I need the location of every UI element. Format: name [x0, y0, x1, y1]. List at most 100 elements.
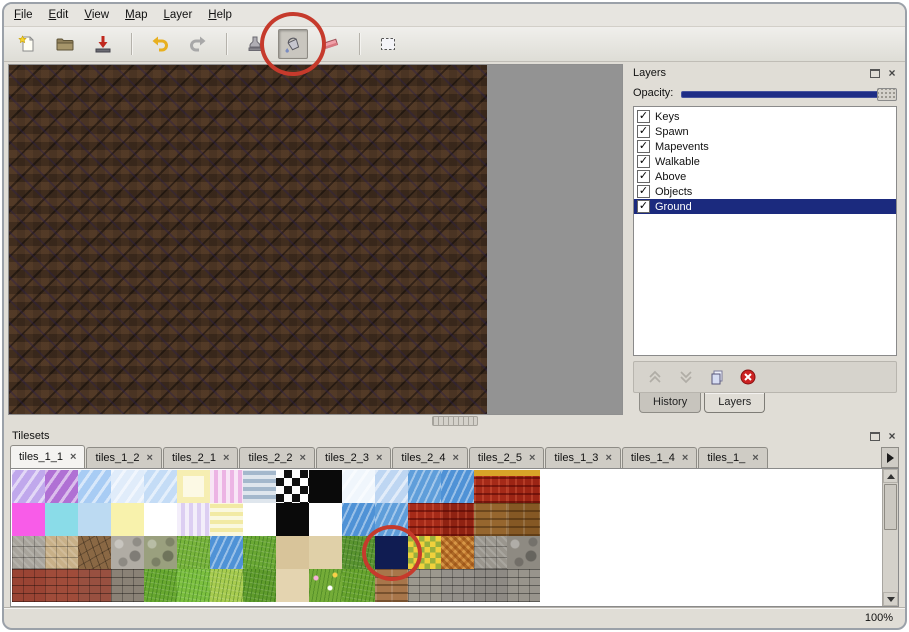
tileset-tab-tiles_1_2[interactable]: tiles_1_2× [86, 447, 161, 468]
tile[interactable] [111, 536, 144, 569]
layer-row-keys[interactable]: ✓Keys [634, 109, 896, 124]
tile[interactable] [12, 470, 45, 503]
scroll-track[interactable] [883, 531, 898, 592]
tile[interactable] [507, 569, 540, 602]
tileset-scrollbar[interactable] [882, 469, 898, 606]
tile[interactable] [78, 569, 111, 602]
tile[interactable] [342, 536, 375, 569]
tileset-tab-tiles_2_2[interactable]: tiles_2_2× [239, 447, 314, 468]
float-panel-button[interactable] [868, 430, 882, 443]
tile[interactable] [375, 470, 408, 503]
tile[interactable] [243, 470, 276, 503]
tile[interactable] [144, 503, 177, 536]
close-panel-button[interactable]: × [885, 430, 899, 443]
layer-row-mapevents[interactable]: ✓Mapevents [634, 139, 896, 154]
tile[interactable] [210, 470, 243, 503]
tab-close-icon[interactable]: × [147, 453, 153, 463]
tile[interactable] [12, 569, 45, 602]
tile[interactable] [144, 569, 177, 602]
tileset-tab-tiles_2_5[interactable]: tiles_2_5× [469, 447, 544, 468]
tile[interactable] [144, 470, 177, 503]
float-panel-button[interactable] [868, 67, 882, 80]
tile[interactable] [12, 536, 45, 569]
tile[interactable] [507, 503, 540, 536]
tile[interactable] [78, 536, 111, 569]
tile[interactable] [210, 536, 243, 569]
tile[interactable] [441, 569, 474, 602]
tile[interactable] [474, 569, 507, 602]
tile[interactable] [507, 536, 540, 569]
tile[interactable] [177, 569, 210, 602]
save-button[interactable] [88, 29, 118, 59]
tileset-tab-tiles_2_1[interactable]: tiles_2_1× [163, 447, 238, 468]
tile[interactable] [408, 536, 441, 569]
scroll-down-button[interactable] [883, 592, 898, 606]
tile[interactable] [309, 569, 342, 602]
tile[interactable] [474, 470, 507, 503]
menu-item-file[interactable]: File [14, 9, 33, 21]
layer-row-spawn[interactable]: ✓Spawn [634, 124, 896, 139]
menu-item-edit[interactable]: Edit [49, 9, 69, 21]
tile[interactable] [276, 569, 309, 602]
tile[interactable] [474, 536, 507, 569]
tab-close-icon[interactable]: × [682, 453, 688, 463]
tileset-tab-tiles_1_3[interactable]: tiles_1_3× [545, 447, 620, 468]
fill-tool-button[interactable] [278, 29, 308, 59]
tile[interactable] [78, 470, 111, 503]
tile[interactable] [309, 503, 342, 536]
layer-row-above[interactable]: ✓Above [634, 169, 896, 184]
layer-visibility-checkbox[interactable]: ✓ [637, 140, 650, 153]
new-button[interactable] [12, 29, 42, 59]
tile[interactable] [45, 470, 78, 503]
menu-item-help[interactable]: Help [208, 9, 232, 21]
tileset-tab-tiles_2_4[interactable]: tiles_2_4× [392, 447, 467, 468]
undo-button[interactable] [145, 29, 175, 59]
eraser-tool-button[interactable] [316, 29, 346, 59]
tab-close-icon[interactable]: × [529, 453, 535, 463]
tile[interactable] [375, 503, 408, 536]
tile[interactable] [441, 503, 474, 536]
layer-move-up-button[interactable] [644, 366, 666, 388]
tile-highlighted[interactable] [375, 536, 408, 569]
layer-visibility-checkbox[interactable]: ✓ [637, 170, 650, 183]
splitter-grip[interactable] [432, 416, 478, 426]
tile[interactable] [276, 536, 309, 569]
tile[interactable] [111, 470, 144, 503]
tile[interactable] [375, 569, 408, 602]
tile[interactable] [210, 503, 243, 536]
tab-close-icon[interactable]: × [300, 453, 306, 463]
tab-close-icon[interactable]: × [70, 452, 76, 462]
tile[interactable] [309, 536, 342, 569]
tile[interactable] [441, 536, 474, 569]
menu-item-map[interactable]: Map [125, 9, 147, 21]
horizontal-splitter[interactable] [4, 415, 905, 427]
layer-row-walkable[interactable]: ✓Walkable [634, 154, 896, 169]
layer-row-objects[interactable]: ✓Objects [634, 184, 896, 199]
dock-tab-history[interactable]: History [639, 393, 701, 413]
tile[interactable] [243, 536, 276, 569]
layer-move-down-button[interactable] [675, 366, 697, 388]
tile[interactable] [111, 569, 144, 602]
layer-delete-button[interactable] [737, 366, 759, 388]
close-panel-button[interactable]: × [885, 67, 899, 80]
select-tool-button[interactable] [373, 29, 403, 59]
opacity-slider-handle[interactable] [877, 88, 897, 101]
layer-row-ground[interactable]: ✓Ground [634, 199, 896, 214]
tile[interactable] [342, 503, 375, 536]
tile[interactable] [342, 569, 375, 602]
tile[interactable] [45, 569, 78, 602]
menu-item-view[interactable]: View [84, 9, 109, 21]
tile[interactable] [276, 470, 309, 503]
tileset-tab-tiles_2_3[interactable]: tiles_2_3× [316, 447, 391, 468]
layer-visibility-checkbox[interactable]: ✓ [637, 125, 650, 138]
stamp-tool-button[interactable] [240, 29, 270, 59]
layer-visibility-checkbox[interactable]: ✓ [637, 185, 650, 198]
tile[interactable] [276, 503, 309, 536]
menu-item-layer[interactable]: Layer [164, 9, 193, 21]
tile[interactable] [408, 470, 441, 503]
tile[interactable] [342, 470, 375, 503]
map-canvas[interactable] [9, 65, 487, 414]
tile[interactable] [243, 503, 276, 536]
tile[interactable] [507, 470, 540, 503]
tile[interactable] [408, 503, 441, 536]
